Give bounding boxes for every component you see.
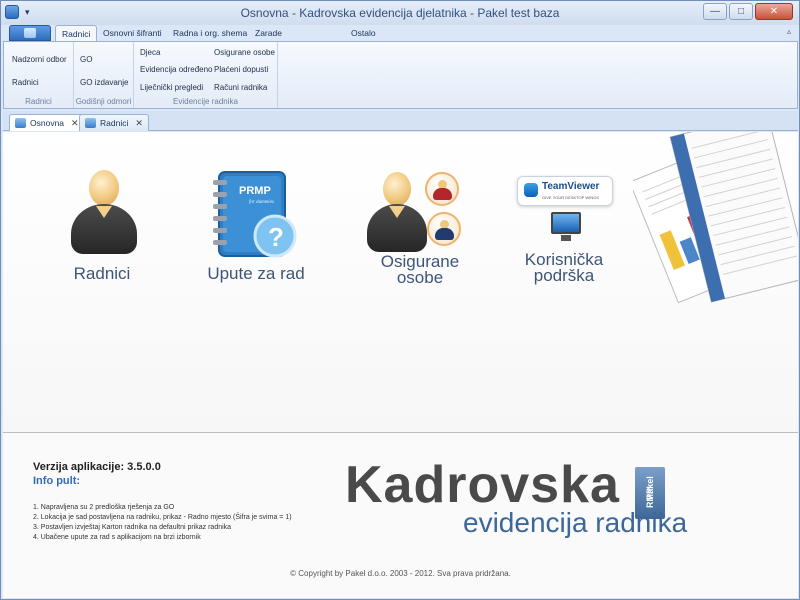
teamviewer-name: TeamViewer — [542, 181, 600, 192]
ribbon-group-label: Evidencije radnika — [173, 97, 238, 106]
app-window: ▾ Osnovna - Kadrovska evidencija djelatn… — [0, 0, 800, 600]
application-menu-button[interactable] — [9, 25, 51, 41]
ribbon-item-nadzorni-odbor[interactable]: Nadzorni odbor — [12, 55, 67, 64]
doc-tab-osnovna[interactable]: Osnovna ✕ — [9, 114, 85, 131]
brand-badge-bottom: RMP — [645, 488, 655, 508]
close-tab-icon[interactable]: ✕ — [71, 118, 79, 129]
tab-radna-org-shema[interactable]: Radna i org. shema — [167, 25, 253, 41]
tile-label: Radnici — [73, 264, 131, 283]
maximize-button[interactable]: □ — [729, 3, 753, 20]
tab-osnovni-sifranti[interactable]: Osnovni šifranti — [97, 25, 168, 41]
ribbon-collapse-icon[interactable]: ▵ — [787, 27, 791, 36]
doc-tab-label: Radnici — [100, 118, 129, 128]
document-tab-strip: Osnovna ✕ Radnici ✕ — [3, 111, 798, 131]
title-bar: ▾ Osnovna - Kadrovska evidencija djelatn… — [1, 1, 799, 25]
tab-radnici[interactable]: Radnici — [55, 25, 98, 41]
question-mark-icon: ? — [268, 222, 284, 252]
close-button[interactable]: ✕ — [755, 3, 793, 20]
brand-title: Kadrovska — [345, 456, 620, 514]
info-item: 3. Postavljen izvještaj Karton radnika n… — [33, 524, 232, 531]
ribbon-item-go-izdavanje[interactable]: GO izdavanje — [80, 78, 128, 87]
minimize-button[interactable]: — — [703, 3, 727, 20]
tile-label-line2: podrška — [533, 266, 595, 285]
window-title: Osnovna - Kadrovska evidencija djelatnik… — [240, 6, 560, 20]
tab-ostalo[interactable]: Ostalo — [345, 25, 382, 41]
tile-korisnicka-podrska[interactable]: TeamViewer GIVE YOUR DESKTOP WINGS Koris… — [503, 172, 625, 302]
ribbon-item-go[interactable]: GO — [80, 55, 92, 64]
ribbon-tab-strip: Radnici Osnovni šifranti Radna i org. sh… — [1, 25, 799, 41]
ribbon-item-osigurane-osobe[interactable]: Osigurane osobe — [214, 48, 275, 57]
tile-radnici[interactable]: Radnici — [47, 162, 157, 292]
prmp-subtitle: for dummies — [249, 200, 274, 205]
form-icon — [85, 118, 96, 128]
tile-label: Upute za rad — [207, 264, 305, 283]
prmp-title: PRMP — [239, 185, 271, 197]
ribbon-item-evidencija-odredeno[interactable]: Evidencija određeno — [140, 65, 213, 74]
person-icon — [365, 172, 429, 258]
ribbon-item-racuni-radnika[interactable]: Računi radnika — [214, 83, 267, 92]
info-item: 4. Ubačene upute za rad s aplikacijom na… — [33, 534, 201, 541]
tile-osigurane-osobe[interactable]: Osigurane osobe — [355, 162, 485, 302]
tab-zarade[interactable]: Zarade — [249, 25, 288, 41]
reports-illustration — [633, 132, 798, 304]
ribbon-item-placeni-dopusti[interactable]: Plaćeni dopusti — [214, 65, 268, 74]
teamviewer-icon — [524, 183, 538, 197]
copyright: © Copyright by Pakel d.o.o. 2003 - 2012.… — [290, 569, 511, 578]
brand-subtitle: evidencija radnika — [463, 507, 688, 538]
window-controls: — □ ✕ — [703, 3, 793, 20]
info-item: 1. Napravljena su 2 predloška rješenja z… — [33, 504, 175, 511]
ribbon-group-radnici: Nadzorni odbor Radnici Radnici — [4, 42, 74, 108]
tile-upute-za-rad[interactable]: PRMP for dummies ? Upute za rad — [191, 158, 321, 292]
ribbon-item-radnici[interactable]: Radnici — [12, 78, 39, 87]
dependent-blue-icon — [427, 212, 461, 246]
info-pult-title: Info pult: — [33, 475, 81, 487]
teamviewer-slogan: GIVE YOUR DESKTOP WINGS — [542, 195, 599, 200]
app-menu-icon — [24, 28, 36, 38]
doc-tab-label: Osnovna — [30, 118, 65, 128]
info-item: 2. Lokacija je sad postavljena na radnik… — [33, 514, 292, 521]
close-tab-icon[interactable]: ✕ — [135, 118, 143, 129]
ribbon-group-evidencije-radnika: Djeca Evidencija određeno Liječnički pre… — [134, 42, 278, 108]
ribbon-item-djeca[interactable]: Djeca — [140, 48, 160, 57]
person-icon — [69, 170, 139, 260]
form-icon — [15, 118, 26, 128]
info-panel: Verzija aplikacije: 3.5.0.0 Info pult: 1… — [3, 433, 798, 598]
ribbon-group-label: Godišnji odmori — [75, 97, 132, 106]
teamviewer-logo: TeamViewer GIVE YOUR DESKTOP WINGS — [517, 176, 613, 206]
ribbon-item-lijecnicki-pregledi[interactable]: Liječnički pregledi — [140, 83, 203, 92]
doc-tab-radnici[interactable]: Radnici ✕ — [79, 114, 149, 131]
app-version: Verzija aplikacije: 3.5.0.0 — [33, 461, 161, 473]
ribbon-group-godisnji-odmori: GO GO izdavanje Godišnji odmori — [74, 42, 134, 108]
ribbon-panel: Nadzorni odbor Radnici Radnici GO GO izd… — [3, 41, 798, 109]
dependent-red-icon — [425, 172, 459, 206]
ribbon-group-label: Radnici — [25, 97, 52, 106]
prmp-manual-icon: PRMP for dummies ? — [213, 171, 297, 258]
tile-label-line2: osobe — [396, 268, 444, 287]
monitor-icon — [551, 212, 581, 234]
dashboard-panel: Radnici PRMP for dummies ? Upute za rad — [3, 132, 798, 432]
info-list: 1. Napravljena su 2 predloška rješenja z… — [33, 503, 292, 543]
